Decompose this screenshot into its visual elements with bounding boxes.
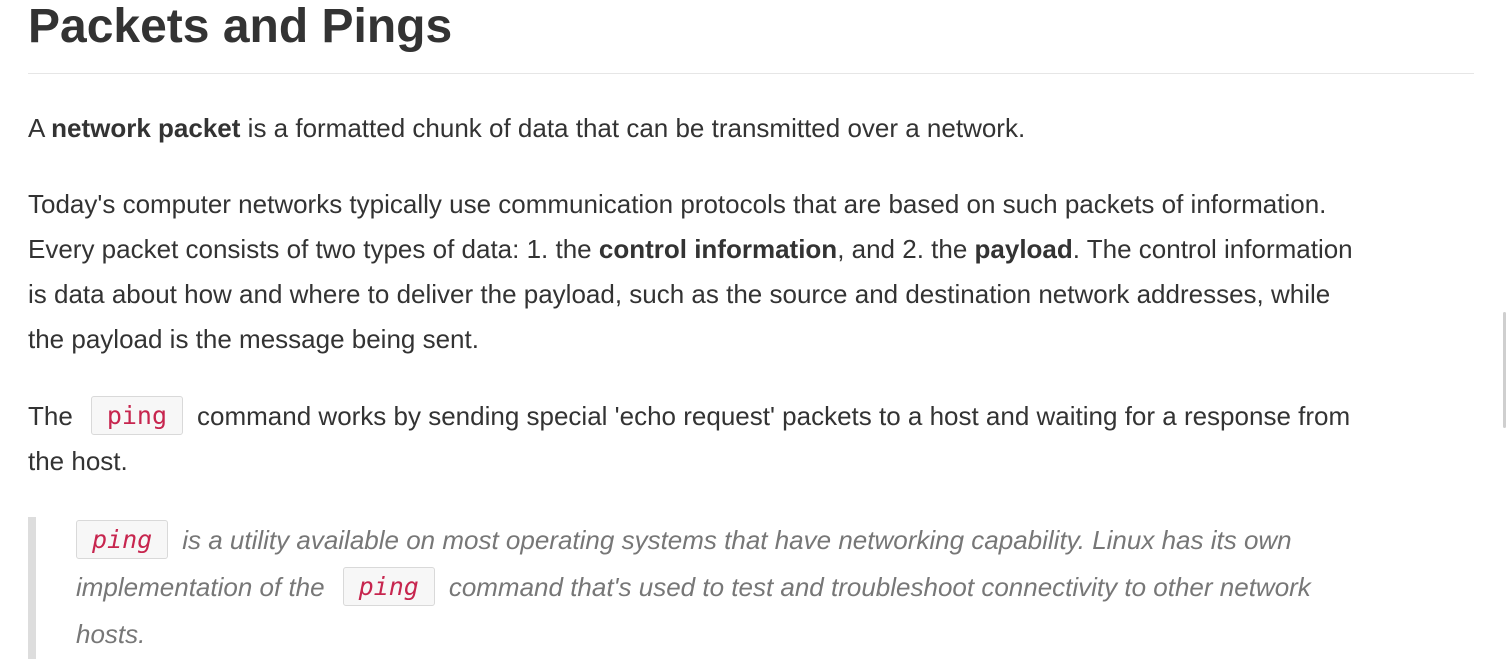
quote-line-1-suffix: is a utility available on most operating… (182, 525, 1292, 555)
quote-line-3: hosts. (76, 619, 146, 649)
inline-code-ping: ping (342, 567, 435, 606)
paragraph-protocols: Today's computer networks typically use … (28, 182, 1353, 362)
term-network-packet: network packet (51, 113, 241, 143)
heading-divider (28, 73, 1474, 74)
inline-code-ping: ping (76, 520, 169, 559)
quote-line-1: ping is a utility available on most opera… (76, 517, 1311, 564)
quote-line-2-prefix: implementation of the (76, 572, 325, 602)
blockquote: ping is a utility available on most opera… (28, 517, 1456, 659)
quote-line-2-suffix: command that's used to test and troubles… (448, 572, 1311, 602)
p3-line-2: the host. (28, 446, 128, 476)
paragraph-network-packet: A network packet is a formatted chunk of… (28, 106, 1025, 151)
blockquote-text: ping is a utility available on most opera… (76, 517, 1311, 658)
page-title: Packets and Pings (28, 0, 453, 53)
quote-line-2: implementation of the ping command that's … (76, 564, 1311, 611)
p2-line-3: is data about how and where to deliver t… (28, 279, 1331, 309)
p2-line-2: Every packet consists of two types of da… (28, 227, 1353, 272)
p2-line-2-text-c: . The control information (1072, 234, 1353, 264)
p2-line-2-text-b: , and 2. the (837, 234, 975, 264)
p1-suffix: is a formatted chunk of data that can be… (240, 113, 1026, 143)
p2-line-1: Today's computer networks typically use … (28, 189, 1327, 219)
p3-line-1: The ping command works by sending special … (28, 394, 1350, 439)
p2-line-4: the payload is the message being sent. (28, 324, 479, 354)
p3-line-1-suffix: command works by sending special 'echo r… (197, 401, 1351, 431)
p3-prefix: The (28, 401, 73, 431)
article-content: Packets and Pings A network packet is a … (28, 0, 1474, 476)
term-payload: payload (974, 234, 1073, 264)
p2-line-2-text-a: Every packet consists of two types of da… (28, 234, 599, 264)
p1-prefix: A (28, 113, 52, 143)
inline-code-ping: ping (90, 396, 184, 435)
term-control-information: control information (598, 234, 838, 264)
paragraph-ping-command: The ping command works by sending special … (28, 394, 1350, 484)
